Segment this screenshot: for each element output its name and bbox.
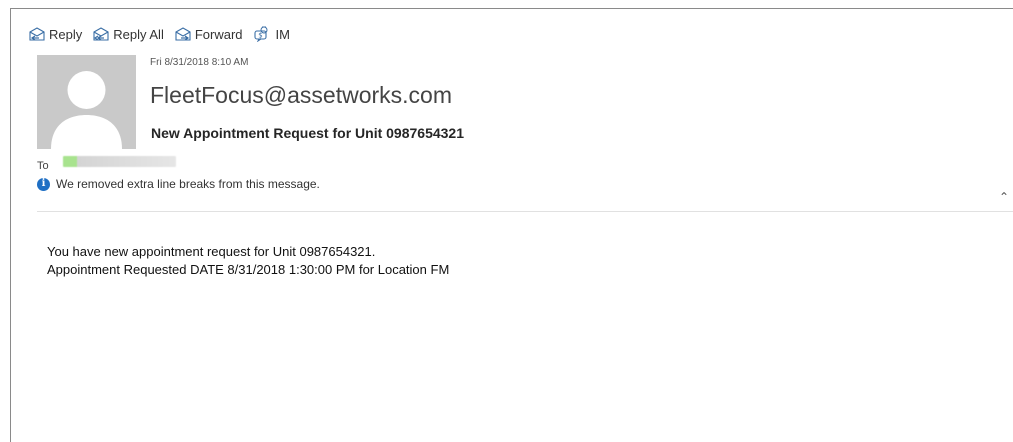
reply-label: Reply bbox=[49, 26, 83, 42]
info-icon: i bbox=[37, 177, 50, 191]
chevron-up-icon[interactable]: ⌃ bbox=[999, 190, 1009, 204]
info-banner-text: We removed extra line breaks from this m… bbox=[56, 177, 320, 191]
to-label: To bbox=[37, 160, 49, 172]
reply-all-button[interactable]: Reply All bbox=[92, 27, 164, 42]
forward-icon bbox=[174, 27, 192, 41]
sender-avatar bbox=[37, 55, 136, 149]
reply-icon bbox=[28, 27, 46, 41]
im-button[interactable]: $ IM bbox=[253, 26, 290, 42]
im-label: IM bbox=[275, 26, 290, 42]
avatar-placeholder-icon bbox=[37, 55, 136, 149]
message-toolbar: Reply Reply All Forward $ IM bbox=[28, 26, 290, 42]
forward-label: Forward bbox=[194, 26, 243, 42]
body-line: Appointment Requested DATE 8/31/2018 1:3… bbox=[47, 262, 450, 277]
message-body: You have new appointment request for Uni… bbox=[47, 243, 449, 279]
reply-all-icon bbox=[92, 27, 110, 41]
message-pane bbox=[10, 8, 1013, 442]
message-date: Fri 8/31/2018 8:10 AM bbox=[150, 57, 249, 68]
to-row: To bbox=[37, 152, 176, 172]
sender-address[interactable]: FleetFocus@assetworks.com bbox=[150, 82, 452, 109]
to-recipient-redacted[interactable] bbox=[62, 155, 176, 167]
info-banner[interactable]: i We removed extra line breaks from this… bbox=[37, 177, 320, 191]
forward-button[interactable]: Forward bbox=[174, 27, 243, 42]
reply-button[interactable]: Reply bbox=[28, 27, 82, 42]
svg-text:$: $ bbox=[258, 32, 262, 40]
message-subject: New Appointment Request for Unit 0987654… bbox=[151, 125, 465, 141]
body-line: You have new appointment request for Uni… bbox=[47, 244, 376, 259]
reply-all-label: Reply All bbox=[113, 26, 164, 42]
header-divider bbox=[37, 211, 1013, 212]
im-icon: $ bbox=[253, 26, 273, 42]
